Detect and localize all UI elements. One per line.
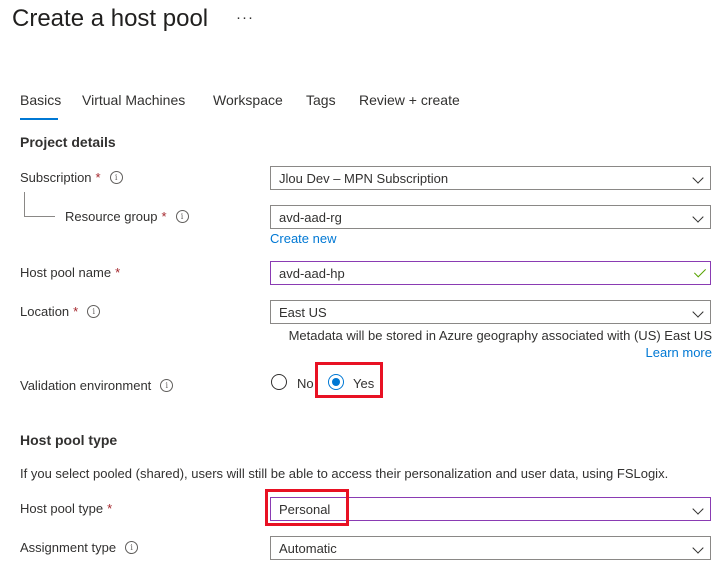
- tab-workspace[interactable]: Workspace: [213, 92, 283, 108]
- resource-group-label-text: Resource group: [65, 209, 158, 224]
- host-pool-name-input[interactable]: avd-aad-hp: [270, 261, 711, 285]
- location-label-text: Location: [20, 304, 70, 319]
- host-pool-name-label-text: Host pool name: [20, 265, 112, 280]
- host-pool-type-label: Host pool type *: [20, 501, 112, 516]
- host-pool-type-heading: Host pool type: [20, 432, 118, 448]
- active-tab-indicator: [20, 118, 58, 120]
- subscription-dropdown[interactable]: Jlou Dev – MPN Subscription: [270, 166, 711, 190]
- host-pool-type-label-text: Host pool type: [20, 501, 104, 516]
- info-icon[interactable]: i: [175, 210, 189, 223]
- chevron-down-icon: [692, 503, 704, 515]
- chevron-down-icon: [692, 542, 704, 554]
- location-metadata-note: Metadata will be stored in Azure geograp…: [288, 328, 712, 343]
- location-dropdown[interactable]: East US: [270, 300, 711, 324]
- info-icon[interactable]: i: [125, 541, 139, 554]
- chevron-down-icon: [692, 211, 704, 223]
- resource-group-dropdown[interactable]: avd-aad-rg: [270, 205, 711, 229]
- tab-basics[interactable]: Basics: [20, 92, 61, 108]
- resource-group-value: avd-aad-rg: [279, 209, 342, 225]
- validation-environment-label: Validation environment i: [20, 378, 174, 393]
- validation-environment-label-text: Validation environment: [20, 378, 152, 393]
- location-label: Location * i: [20, 304, 101, 319]
- page-title: Create a host pool: [12, 5, 209, 32]
- tab-virtual-machines[interactable]: Virtual Machines: [82, 92, 185, 108]
- tab-tags[interactable]: Tags: [306, 92, 336, 108]
- host-pool-type-description: If you select pooled (shared), users wil…: [20, 466, 669, 481]
- subscription-value: Jlou Dev – MPN Subscription: [279, 170, 449, 186]
- assignment-type-dropdown[interactable]: Automatic: [270, 536, 711, 560]
- chevron-down-icon: [692, 172, 704, 184]
- highlight-box-host-pool-type: [265, 489, 349, 526]
- create-new-link[interactable]: Create new: [270, 231, 336, 246]
- assignment-type-value: Automatic: [279, 540, 337, 556]
- assignment-type-label-text: Assignment type: [20, 540, 117, 555]
- validation-no-radio[interactable]: [271, 374, 287, 390]
- host-pool-name-label: Host pool name *: [20, 265, 120, 280]
- resource-group-label: Resource group * i: [65, 209, 189, 224]
- required-marker: *: [73, 304, 79, 319]
- required-marker: *: [115, 265, 121, 280]
- info-icon[interactable]: i: [87, 305, 101, 318]
- required-marker: *: [95, 170, 101, 185]
- subscription-label: Subscription * i: [20, 170, 123, 185]
- validation-yes-radio[interactable]: [328, 374, 344, 390]
- validation-no-label: No: [297, 376, 314, 391]
- project-details-heading: Project details: [20, 134, 116, 150]
- chevron-down-icon: [692, 306, 704, 318]
- required-marker: *: [107, 501, 113, 516]
- info-icon[interactable]: i: [160, 379, 174, 392]
- info-icon[interactable]: i: [109, 171, 123, 184]
- required-marker: *: [161, 209, 167, 224]
- tree-connector-horizontal: [24, 216, 55, 217]
- tab-review-create[interactable]: Review + create: [359, 92, 460, 108]
- learn-more-link[interactable]: Learn more: [646, 345, 712, 360]
- host-pool-name-value: avd-aad-hp: [279, 265, 345, 281]
- validation-yes-label: Yes: [353, 376, 375, 391]
- location-value: East US: [279, 304, 327, 320]
- subscription-label-text: Subscription: [20, 170, 92, 185]
- tree-connector-vertical: [24, 192, 25, 216]
- more-options-button[interactable]: ···: [236, 9, 254, 26]
- checkmark-icon: [693, 265, 707, 278]
- assignment-type-label: Assignment type i: [20, 540, 139, 555]
